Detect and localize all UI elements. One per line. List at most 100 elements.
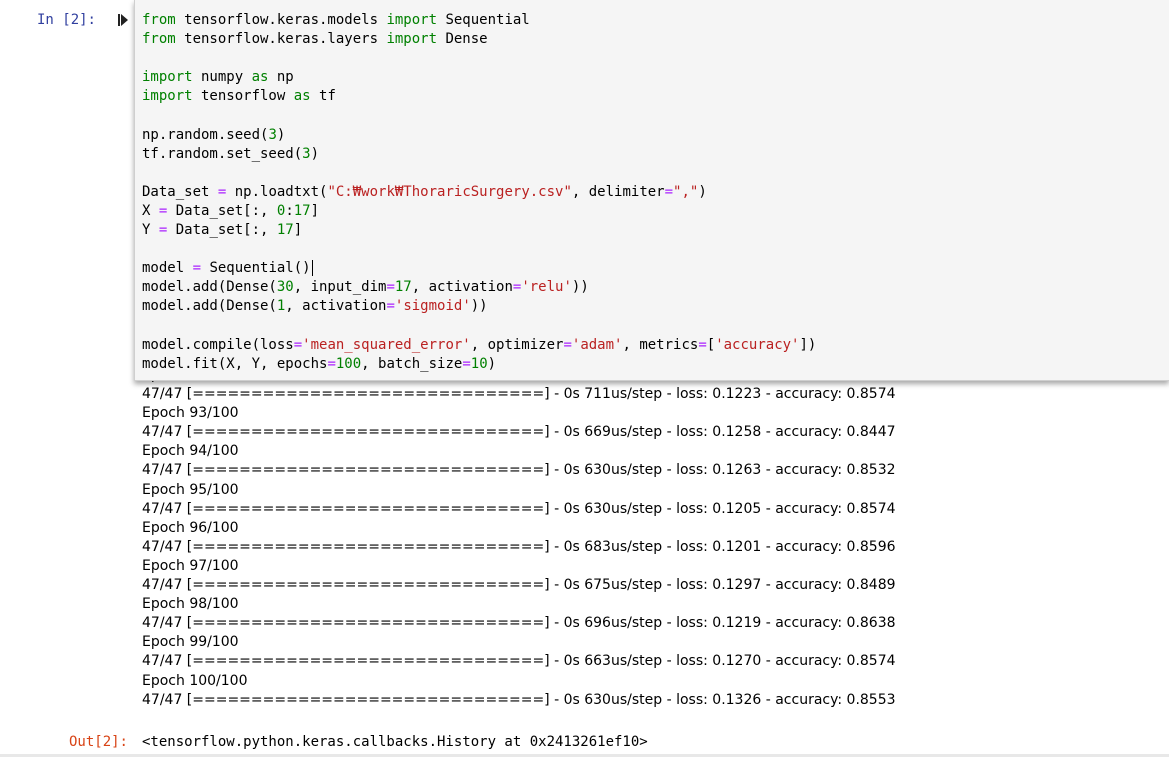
output-result: <tensorflow.python.keras.callbacks.Histo… bbox=[142, 734, 648, 750]
code-token: = bbox=[293, 336, 303, 353]
code-line[interactable] bbox=[142, 164, 816, 183]
output-line: Epoch 96/100 bbox=[142, 519, 239, 536]
code-token: numpy bbox=[192, 69, 252, 86]
output-line: Epoch 100/100 bbox=[142, 672, 248, 689]
input-prompt: In [2]: bbox=[36, 12, 96, 28]
code-token: tf bbox=[310, 88, 336, 105]
code-token: ] bbox=[310, 202, 320, 219]
code-token: model.fit(X, Y, epochs bbox=[142, 355, 328, 372]
code-token: 100 bbox=[335, 355, 362, 372]
code-line[interactable]: model = Sequential() bbox=[142, 259, 816, 278]
output-line: 47/47 [==============================] -… bbox=[142, 462, 896, 479]
code-token: Sequential() bbox=[201, 260, 311, 277]
code-token: ) bbox=[276, 126, 286, 143]
output-prompt: Out[2]: bbox=[68, 734, 128, 750]
code-token: Dense bbox=[437, 31, 488, 48]
code-line[interactable] bbox=[142, 49, 816, 68]
code-line[interactable] bbox=[142, 240, 816, 259]
code-token: ) bbox=[310, 145, 320, 162]
code-token: = bbox=[386, 279, 395, 296]
code-token: ] bbox=[293, 222, 303, 239]
code-token: 'adam' bbox=[571, 336, 623, 353]
output-line: Epoch 97/100 bbox=[142, 557, 239, 574]
code-token: ) bbox=[487, 355, 497, 372]
code-token: from bbox=[142, 31, 176, 48]
code-token: Data_set bbox=[142, 183, 218, 200]
code-line[interactable]: from tensorflow.keras.layers import Dens… bbox=[142, 30, 816, 49]
code-token: , activation bbox=[411, 279, 513, 296]
code-token: tensorflow.keras.layers bbox=[175, 31, 387, 48]
code-token: Data_set[:, bbox=[167, 202, 277, 219]
code-line[interactable]: model.add(Dense(1, activation='sigmoid')… bbox=[142, 297, 816, 316]
output-line: Epoch 94/100 bbox=[142, 443, 239, 460]
code-token: 17 bbox=[276, 222, 294, 239]
code-token: , metrics bbox=[622, 336, 699, 353]
code-token: np bbox=[268, 69, 294, 86]
code-token: model bbox=[142, 260, 193, 277]
code-line[interactable]: tf.random.set_seed(3) bbox=[142, 145, 816, 164]
code-token: 17 bbox=[293, 202, 311, 219]
code-line[interactable]: model.add(Dense(30, input_dim=17, activa… bbox=[142, 278, 816, 297]
output-area[interactable]: Epoch 92/10047/47 [=====================… bbox=[134, 376, 1169, 722]
code-token: tf.random.set_seed( bbox=[142, 145, 303, 162]
output-line: Epoch 93/100 bbox=[142, 405, 239, 422]
output-line: 47/47 [==============================] -… bbox=[142, 538, 896, 555]
notebook-page: In [2]: from tensorflow.keras.models imp… bbox=[0, 0, 1169, 757]
code-token: Y bbox=[142, 222, 159, 239]
code-token: as bbox=[293, 88, 311, 105]
code-line[interactable]: import numpy as np bbox=[142, 68, 816, 87]
code-token: tensorflow bbox=[192, 88, 294, 105]
code-content[interactable]: from tensorflow.keras.models import Sequ… bbox=[142, 11, 816, 374]
code-line[interactable]: Data_set = np.loadtxt("C:₩work₩ThoraricS… bbox=[142, 183, 816, 202]
code-token: ) bbox=[698, 183, 707, 200]
code-token: 3 bbox=[268, 126, 277, 143]
output-line: 47/47 [==============================] -… bbox=[142, 424, 896, 441]
code-token: model.add(Dense( bbox=[142, 298, 277, 315]
code-token: tensorflow.keras.models bbox=[175, 12, 387, 28]
code-token: model.add(Dense( bbox=[142, 279, 277, 296]
code-editor[interactable]: from tensorflow.keras.models import Sequ… bbox=[134, 0, 1169, 381]
code-line[interactable] bbox=[142, 317, 816, 336]
code-token: as bbox=[251, 69, 269, 86]
code-token: "," bbox=[673, 183, 699, 200]
code-line[interactable] bbox=[142, 106, 816, 125]
code-token: 17 bbox=[394, 279, 412, 296]
code-token: )) bbox=[571, 279, 589, 296]
code-line[interactable]: from tensorflow.keras.models import Sequ… bbox=[142, 11, 816, 30]
run-cell-icon[interactable] bbox=[116, 11, 130, 30]
code-token: )) bbox=[470, 298, 488, 315]
code-line[interactable]: X = Data_set[:, 0:17] bbox=[142, 202, 816, 221]
output-line: 47/47 [==============================] -… bbox=[142, 577, 896, 594]
code-token: = bbox=[664, 183, 674, 200]
text-cursor bbox=[311, 260, 313, 277]
code-line[interactable]: model.fit(X, Y, epochs=100, batch_size=1… bbox=[142, 355, 816, 374]
output-line: 47/47 [==============================] -… bbox=[142, 615, 896, 632]
code-token: = bbox=[192, 260, 202, 277]
code-token: 10 bbox=[470, 355, 488, 372]
code-line[interactable]: Y = Data_set[:, 17] bbox=[142, 221, 816, 240]
output-text: Epoch 92/10047/47 [=====================… bbox=[142, 376, 896, 710]
code-token: import bbox=[386, 31, 438, 48]
code-token: 'accuracy' bbox=[715, 336, 800, 353]
code-token: , input_dim bbox=[293, 279, 387, 296]
code-token: , delimiter bbox=[571, 183, 665, 200]
code-line[interactable]: import tensorflow as tf bbox=[142, 87, 816, 106]
output-line: Epoch 98/100 bbox=[142, 596, 239, 613]
code-token: np.loadtxt( bbox=[226, 183, 328, 200]
code-token: 30 bbox=[276, 279, 294, 296]
code-token: = bbox=[698, 336, 707, 353]
code-line[interactable]: model.compile(loss='mean_squared_error',… bbox=[142, 336, 816, 355]
code-token: , optimizer bbox=[470, 336, 564, 353]
code-token: ]) bbox=[799, 336, 817, 353]
output-line: 47/47 [==============================] -… bbox=[142, 500, 896, 517]
code-token: = bbox=[462, 355, 471, 372]
output-line: 47/47 [==============================] -… bbox=[142, 653, 896, 670]
code-token: import bbox=[142, 69, 193, 86]
code-token: Sequential bbox=[437, 12, 530, 28]
code-token: np.random.seed( bbox=[142, 126, 269, 143]
output-line: Epoch 99/100 bbox=[142, 634, 239, 651]
code-token: , batch_size bbox=[361, 355, 463, 372]
code-token: "C:₩work₩ThoraricSurgery.csv" bbox=[327, 183, 572, 200]
code-line[interactable]: np.random.seed(3) bbox=[142, 126, 816, 145]
code-token: 'relu' bbox=[521, 279, 572, 296]
